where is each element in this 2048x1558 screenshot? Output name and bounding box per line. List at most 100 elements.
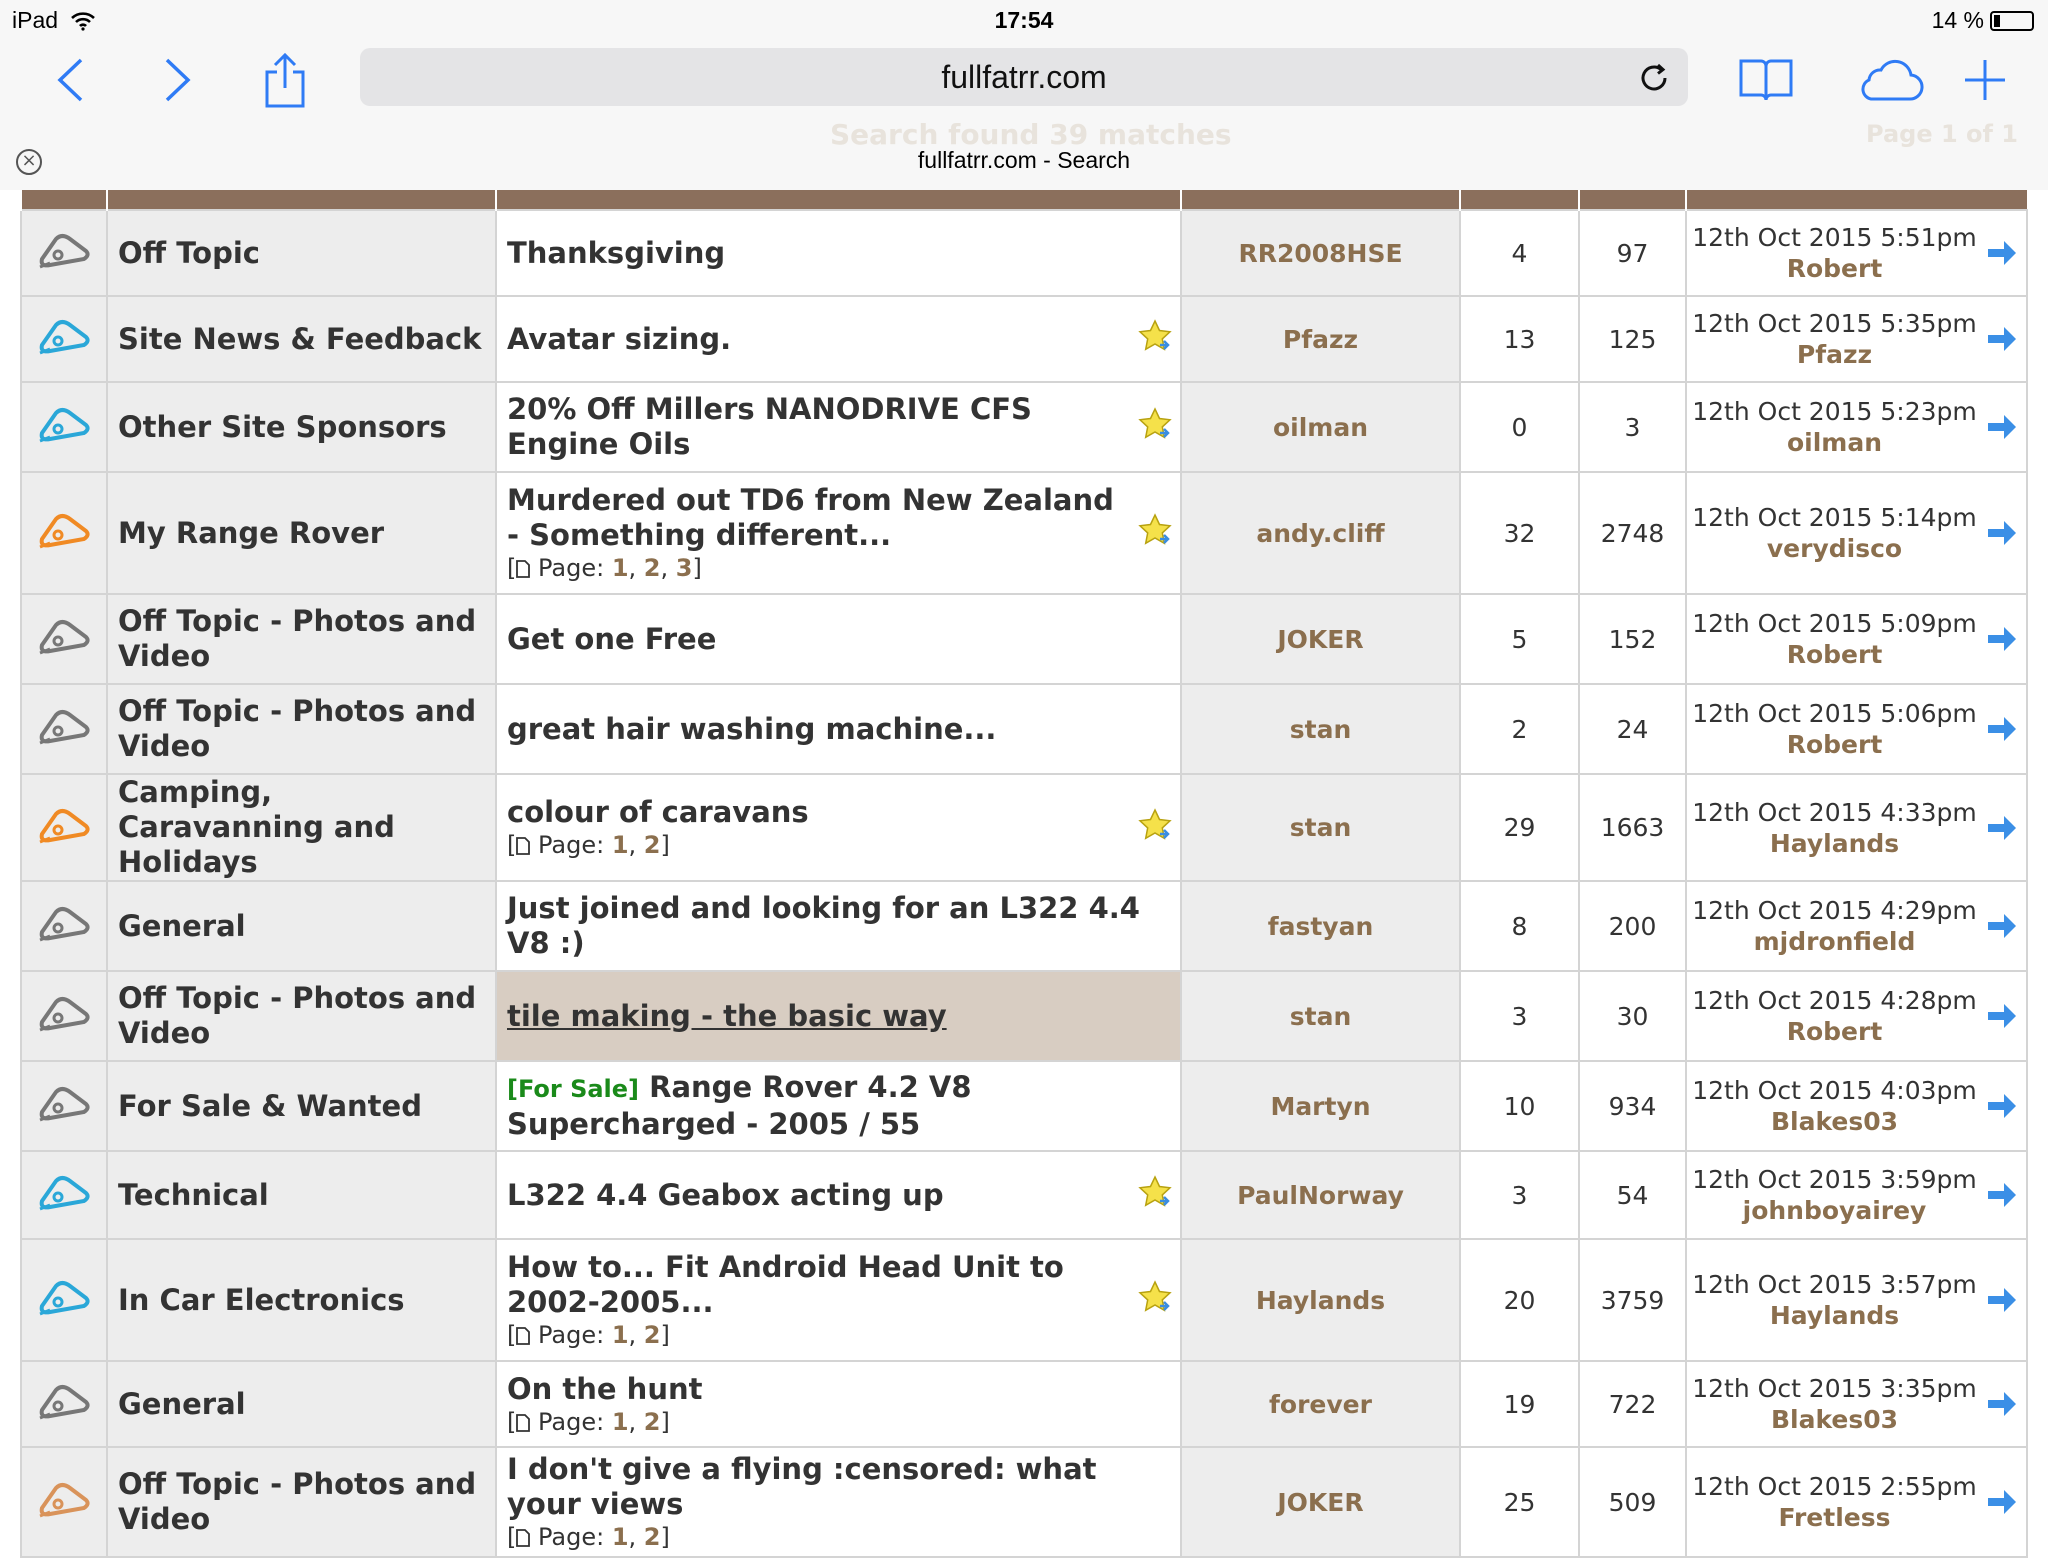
- go-to-last-post-icon[interactable]: [1986, 713, 2018, 752]
- thread-cell[interactable]: Murdered out TD6 from New Zealand - Some…: [495, 471, 1182, 595]
- thread-cell[interactable]: tile making - the basic way: [495, 970, 1182, 1062]
- go-to-last-post-icon[interactable]: [1986, 237, 2018, 276]
- thread-starter-link[interactable]: Martyn: [1270, 1092, 1370, 1121]
- back-button[interactable]: [40, 50, 100, 110]
- forum-cell[interactable]: My Range Rover: [106, 471, 497, 595]
- thread-cell[interactable]: On the hunt[ Page: 1, 2]: [495, 1360, 1182, 1448]
- thread-link[interactable]: great hair washing machine...: [507, 712, 996, 746]
- forum-link[interactable]: Off Topic - Photos and Video: [118, 1467, 476, 1536]
- forum-cell[interactable]: Technical: [106, 1150, 497, 1240]
- last-post-user[interactable]: Blakes03: [1687, 1106, 1982, 1137]
- thread-starter-link[interactable]: fastyan: [1268, 912, 1374, 941]
- forum-cell[interactable]: Off Topic - Photos and Video: [106, 970, 497, 1062]
- go-to-last-post-icon[interactable]: [1986, 910, 2018, 949]
- forum-cell[interactable]: Off Topic - Photos and Video: [106, 593, 497, 685]
- thread-cell[interactable]: great hair washing machine...: [495, 683, 1182, 775]
- thread-starter-cell[interactable]: andy.cliff: [1180, 471, 1461, 595]
- thread-link[interactable]: Get one Free: [507, 622, 716, 656]
- thread-cell[interactable]: Avatar sizing.: [495, 295, 1182, 383]
- go-to-last-post-icon[interactable]: [1986, 1486, 2018, 1525]
- last-post-user[interactable]: verydisco: [1687, 533, 1982, 564]
- forum-link[interactable]: Off Topic: [118, 236, 260, 270]
- thread-link[interactable]: How to... Fit Android Head Unit to 2002-…: [507, 1250, 1064, 1319]
- thread-starter-link[interactable]: oilman: [1273, 413, 1368, 442]
- thread-starter-link[interactable]: JOKER: [1277, 1488, 1363, 1517]
- thread-cell[interactable]: 20% Off Millers NANODRIVE CFS Engine Oil…: [495, 381, 1182, 473]
- thread-cell[interactable]: L322 4.4 Geabox acting up: [495, 1150, 1182, 1240]
- thread-link[interactable]: colour of caravans: [507, 795, 809, 829]
- thread-cell[interactable]: [For Sale] Range Rover 4.2 V8 Supercharg…: [495, 1060, 1182, 1152]
- go-to-last-post-icon[interactable]: [1986, 812, 2018, 851]
- forum-cell[interactable]: Site News & Feedback: [106, 295, 497, 383]
- forum-link[interactable]: Off Topic - Photos and Video: [118, 604, 476, 673]
- page-link[interactable]: 2: [644, 1321, 661, 1349]
- go-to-last-post-icon[interactable]: [1986, 517, 2018, 556]
- last-post-user[interactable]: oilman: [1687, 427, 1982, 458]
- forum-link[interactable]: For Sale & Wanted: [118, 1089, 422, 1123]
- thread-starter-cell[interactable]: Haylands: [1180, 1238, 1461, 1362]
- thread-starter-cell[interactable]: Martyn: [1180, 1060, 1461, 1152]
- last-post-user[interactable]: Robert: [1687, 729, 1982, 760]
- icloud-tabs-button[interactable]: [1850, 50, 1930, 110]
- page-link[interactable]: 2: [644, 1523, 661, 1551]
- thread-starter-cell[interactable]: oilman: [1180, 381, 1461, 473]
- page-link[interactable]: 1: [612, 831, 629, 859]
- forum-link[interactable]: My Range Rover: [118, 516, 384, 550]
- last-post-user[interactable]: Haylands: [1687, 828, 1982, 859]
- thread-starter-link[interactable]: andy.cliff: [1256, 519, 1384, 548]
- forum-cell[interactable]: General: [106, 880, 497, 972]
- thread-link[interactable]: Thanksgiving: [507, 236, 725, 270]
- thread-starter-cell[interactable]: JOKER: [1180, 593, 1461, 685]
- page-link[interactable]: 2: [644, 1408, 661, 1436]
- forum-link[interactable]: Other Site Sponsors: [118, 410, 447, 444]
- page-link[interactable]: 1: [612, 1523, 629, 1551]
- thread-link[interactable]: Murdered out TD6 from New Zealand - Some…: [507, 483, 1114, 552]
- forum-link[interactable]: General: [118, 1387, 246, 1421]
- thread-starter-link[interactable]: forever: [1269, 1390, 1372, 1419]
- thread-starter-link[interactable]: stan: [1290, 813, 1352, 842]
- forum-cell[interactable]: In Car Electronics: [106, 1238, 497, 1362]
- reload-icon[interactable]: [1636, 60, 1672, 96]
- last-post-user[interactable]: Fretless: [1687, 1502, 1982, 1533]
- thread-cell[interactable]: I don't give a flying :censored: what yo…: [495, 1446, 1182, 1558]
- last-post-user[interactable]: Haylands: [1687, 1300, 1982, 1331]
- thread-starter-link[interactable]: RR2008HSE: [1238, 239, 1402, 268]
- bookmarks-button[interactable]: [1736, 50, 1796, 110]
- thread-starter-cell[interactable]: forever: [1180, 1360, 1461, 1448]
- page-link[interactable]: 1: [612, 1408, 629, 1436]
- last-post-user[interactable]: johnboyairey: [1687, 1195, 1982, 1226]
- forum-link[interactable]: General: [118, 909, 246, 943]
- thread-link[interactable]: L322 4.4 Geabox acting up: [507, 1178, 944, 1212]
- thread-starter-cell[interactable]: stan: [1180, 683, 1461, 775]
- forum-cell[interactable]: For Sale & Wanted: [106, 1060, 497, 1152]
- thread-starter-link[interactable]: JOKER: [1277, 625, 1363, 654]
- thread-starter-link[interactable]: Pfazz: [1283, 325, 1358, 354]
- thread-starter-cell[interactable]: stan: [1180, 970, 1461, 1062]
- thread-starter-cell[interactable]: Pfazz: [1180, 295, 1461, 383]
- forum-link[interactable]: Camping, Caravanning and Holidays: [118, 775, 395, 879]
- share-button[interactable]: [255, 50, 315, 110]
- thread-starter-cell[interactable]: PaulNorway: [1180, 1150, 1461, 1240]
- thread-link[interactable]: Just joined and looking for an L322 4.4 …: [507, 891, 1140, 960]
- forum-cell[interactable]: Other Site Sponsors: [106, 381, 497, 473]
- thread-link[interactable]: 20% Off Millers NANODRIVE CFS Engine Oil…: [507, 392, 1032, 461]
- last-post-user[interactable]: Blakes03: [1687, 1404, 1982, 1435]
- thread-starter-link[interactable]: PaulNorway: [1237, 1181, 1404, 1210]
- go-to-last-post-icon[interactable]: [1986, 1000, 2018, 1039]
- last-post-user[interactable]: Robert: [1687, 639, 1982, 670]
- forum-cell[interactable]: Off Topic: [106, 209, 497, 297]
- last-post-user[interactable]: mjdronfield: [1687, 926, 1982, 957]
- forum-link[interactable]: Site News & Feedback: [118, 322, 481, 356]
- thread-link[interactable]: tile making - the basic way: [507, 999, 947, 1033]
- thread-starter-cell[interactable]: RR2008HSE: [1180, 209, 1461, 297]
- forum-cell[interactable]: Camping, Caravanning and Holidays: [106, 773, 497, 882]
- last-post-user[interactable]: Pfazz: [1687, 339, 1982, 370]
- thread-link[interactable]: I don't give a flying :censored: what yo…: [507, 1452, 1097, 1521]
- thread-starter-link[interactable]: stan: [1290, 715, 1352, 744]
- forum-link[interactable]: Technical: [118, 1178, 269, 1212]
- forum-cell[interactable]: Off Topic - Photos and Video: [106, 1446, 497, 1558]
- forum-link[interactable]: In Car Electronics: [118, 1283, 405, 1317]
- thread-cell[interactable]: Just joined and looking for an L322 4.4 …: [495, 880, 1182, 972]
- thread-starter-cell[interactable]: stan: [1180, 773, 1461, 882]
- thread-starter-cell[interactable]: JOKER: [1180, 1446, 1461, 1558]
